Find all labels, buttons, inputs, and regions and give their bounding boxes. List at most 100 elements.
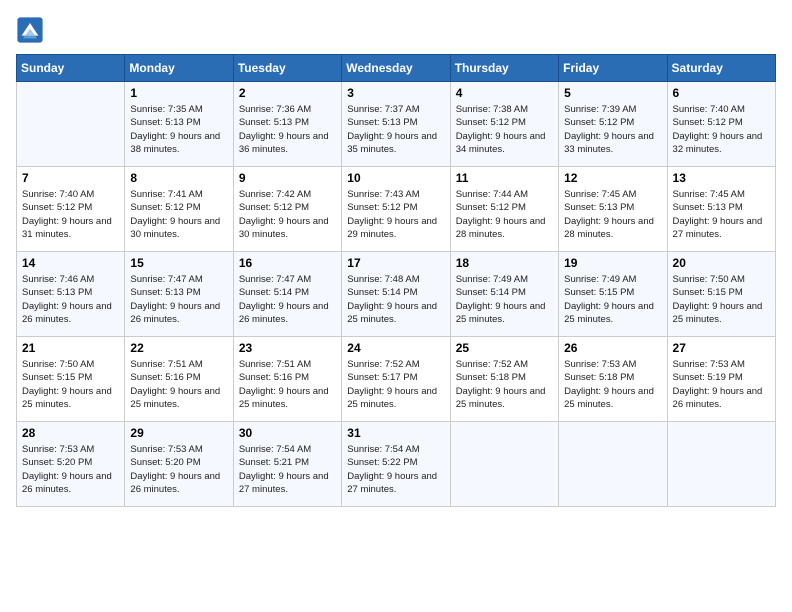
calendar-cell: 15 Sunrise: 7:47 AM Sunset: 5:13 PM Dayl… (125, 252, 233, 337)
day-number: 23 (239, 341, 336, 355)
day-number: 17 (347, 256, 444, 270)
day-number: 29 (130, 426, 227, 440)
day-number: 10 (347, 171, 444, 185)
weekday-header-monday: Monday (125, 55, 233, 82)
day-info: Sunrise: 7:45 AM Sunset: 5:13 PM Dayligh… (673, 188, 770, 241)
calendar-cell: 29 Sunrise: 7:53 AM Sunset: 5:20 PM Dayl… (125, 422, 233, 507)
day-info: Sunrise: 7:49 AM Sunset: 5:15 PM Dayligh… (564, 273, 661, 326)
calendar-cell: 23 Sunrise: 7:51 AM Sunset: 5:16 PM Dayl… (233, 337, 341, 422)
day-number: 7 (22, 171, 119, 185)
day-info: Sunrise: 7:50 AM Sunset: 5:15 PM Dayligh… (673, 273, 770, 326)
calendar-cell: 19 Sunrise: 7:49 AM Sunset: 5:15 PM Dayl… (559, 252, 667, 337)
calendar-cell: 24 Sunrise: 7:52 AM Sunset: 5:17 PM Dayl… (342, 337, 450, 422)
page-header (16, 16, 776, 44)
calendar-cell: 5 Sunrise: 7:39 AM Sunset: 5:12 PM Dayli… (559, 82, 667, 167)
day-number: 8 (130, 171, 227, 185)
weekday-header-saturday: Saturday (667, 55, 775, 82)
day-info: Sunrise: 7:44 AM Sunset: 5:12 PM Dayligh… (456, 188, 553, 241)
calendar-table: SundayMondayTuesdayWednesdayThursdayFrid… (16, 54, 776, 507)
day-number: 1 (130, 86, 227, 100)
day-number: 12 (564, 171, 661, 185)
day-number: 18 (456, 256, 553, 270)
day-info: Sunrise: 7:47 AM Sunset: 5:14 PM Dayligh… (239, 273, 336, 326)
calendar-cell: 10 Sunrise: 7:43 AM Sunset: 5:12 PM Dayl… (342, 167, 450, 252)
calendar-cell: 26 Sunrise: 7:53 AM Sunset: 5:18 PM Dayl… (559, 337, 667, 422)
weekday-header-tuesday: Tuesday (233, 55, 341, 82)
day-info: Sunrise: 7:53 AM Sunset: 5:20 PM Dayligh… (130, 443, 227, 496)
calendar-cell: 20 Sunrise: 7:50 AM Sunset: 5:15 PM Dayl… (667, 252, 775, 337)
calendar-cell: 27 Sunrise: 7:53 AM Sunset: 5:19 PM Dayl… (667, 337, 775, 422)
calendar-cell: 6 Sunrise: 7:40 AM Sunset: 5:12 PM Dayli… (667, 82, 775, 167)
day-info: Sunrise: 7:52 AM Sunset: 5:17 PM Dayligh… (347, 358, 444, 411)
day-info: Sunrise: 7:51 AM Sunset: 5:16 PM Dayligh… (130, 358, 227, 411)
calendar-week-2: 7 Sunrise: 7:40 AM Sunset: 5:12 PM Dayli… (17, 167, 776, 252)
calendar-cell (667, 422, 775, 507)
day-info: Sunrise: 7:53 AM Sunset: 5:18 PM Dayligh… (564, 358, 661, 411)
calendar-cell: 17 Sunrise: 7:48 AM Sunset: 5:14 PM Dayl… (342, 252, 450, 337)
logo (16, 16, 48, 44)
calendar-cell: 2 Sunrise: 7:36 AM Sunset: 5:13 PM Dayli… (233, 82, 341, 167)
calendar-body: 1 Sunrise: 7:35 AM Sunset: 5:13 PM Dayli… (17, 82, 776, 507)
weekday-header-wednesday: Wednesday (342, 55, 450, 82)
day-info: Sunrise: 7:39 AM Sunset: 5:12 PM Dayligh… (564, 103, 661, 156)
day-number: 27 (673, 341, 770, 355)
calendar-cell: 1 Sunrise: 7:35 AM Sunset: 5:13 PM Dayli… (125, 82, 233, 167)
day-info: Sunrise: 7:52 AM Sunset: 5:18 PM Dayligh… (456, 358, 553, 411)
day-info: Sunrise: 7:42 AM Sunset: 5:12 PM Dayligh… (239, 188, 336, 241)
day-number: 22 (130, 341, 227, 355)
day-number: 14 (22, 256, 119, 270)
weekday-header-row: SundayMondayTuesdayWednesdayThursdayFrid… (17, 55, 776, 82)
day-number: 30 (239, 426, 336, 440)
calendar-cell: 16 Sunrise: 7:47 AM Sunset: 5:14 PM Dayl… (233, 252, 341, 337)
day-info: Sunrise: 7:46 AM Sunset: 5:13 PM Dayligh… (22, 273, 119, 326)
day-number: 13 (673, 171, 770, 185)
day-info: Sunrise: 7:53 AM Sunset: 5:19 PM Dayligh… (673, 358, 770, 411)
day-number: 5 (564, 86, 661, 100)
day-info: Sunrise: 7:36 AM Sunset: 5:13 PM Dayligh… (239, 103, 336, 156)
day-number: 4 (456, 86, 553, 100)
calendar-cell: 7 Sunrise: 7:40 AM Sunset: 5:12 PM Dayli… (17, 167, 125, 252)
day-number: 16 (239, 256, 336, 270)
day-number: 2 (239, 86, 336, 100)
calendar-cell: 18 Sunrise: 7:49 AM Sunset: 5:14 PM Dayl… (450, 252, 558, 337)
calendar-cell: 31 Sunrise: 7:54 AM Sunset: 5:22 PM Dayl… (342, 422, 450, 507)
calendar-week-1: 1 Sunrise: 7:35 AM Sunset: 5:13 PM Dayli… (17, 82, 776, 167)
day-info: Sunrise: 7:50 AM Sunset: 5:15 PM Dayligh… (22, 358, 119, 411)
calendar-cell: 4 Sunrise: 7:38 AM Sunset: 5:12 PM Dayli… (450, 82, 558, 167)
day-info: Sunrise: 7:40 AM Sunset: 5:12 PM Dayligh… (22, 188, 119, 241)
calendar-cell: 12 Sunrise: 7:45 AM Sunset: 5:13 PM Dayl… (559, 167, 667, 252)
day-info: Sunrise: 7:48 AM Sunset: 5:14 PM Dayligh… (347, 273, 444, 326)
day-number: 28 (22, 426, 119, 440)
day-number: 11 (456, 171, 553, 185)
day-info: Sunrise: 7:45 AM Sunset: 5:13 PM Dayligh… (564, 188, 661, 241)
day-info: Sunrise: 7:49 AM Sunset: 5:14 PM Dayligh… (456, 273, 553, 326)
calendar-cell: 25 Sunrise: 7:52 AM Sunset: 5:18 PM Dayl… (450, 337, 558, 422)
day-number: 15 (130, 256, 227, 270)
weekday-header-thursday: Thursday (450, 55, 558, 82)
day-number: 19 (564, 256, 661, 270)
day-number: 31 (347, 426, 444, 440)
calendar-week-4: 21 Sunrise: 7:50 AM Sunset: 5:15 PM Dayl… (17, 337, 776, 422)
calendar-cell: 22 Sunrise: 7:51 AM Sunset: 5:16 PM Dayl… (125, 337, 233, 422)
day-number: 6 (673, 86, 770, 100)
day-info: Sunrise: 7:37 AM Sunset: 5:13 PM Dayligh… (347, 103, 444, 156)
weekday-header-friday: Friday (559, 55, 667, 82)
day-info: Sunrise: 7:47 AM Sunset: 5:13 PM Dayligh… (130, 273, 227, 326)
calendar-week-3: 14 Sunrise: 7:46 AM Sunset: 5:13 PM Dayl… (17, 252, 776, 337)
calendar-cell: 14 Sunrise: 7:46 AM Sunset: 5:13 PM Dayl… (17, 252, 125, 337)
day-number: 26 (564, 341, 661, 355)
day-number: 9 (239, 171, 336, 185)
day-number: 25 (456, 341, 553, 355)
logo-icon (16, 16, 44, 44)
calendar-week-5: 28 Sunrise: 7:53 AM Sunset: 5:20 PM Dayl… (17, 422, 776, 507)
calendar-cell: 28 Sunrise: 7:53 AM Sunset: 5:20 PM Dayl… (17, 422, 125, 507)
day-info: Sunrise: 7:43 AM Sunset: 5:12 PM Dayligh… (347, 188, 444, 241)
day-info: Sunrise: 7:41 AM Sunset: 5:12 PM Dayligh… (130, 188, 227, 241)
day-info: Sunrise: 7:54 AM Sunset: 5:21 PM Dayligh… (239, 443, 336, 496)
calendar-cell: 21 Sunrise: 7:50 AM Sunset: 5:15 PM Dayl… (17, 337, 125, 422)
day-info: Sunrise: 7:35 AM Sunset: 5:13 PM Dayligh… (130, 103, 227, 156)
calendar-cell (17, 82, 125, 167)
day-info: Sunrise: 7:38 AM Sunset: 5:12 PM Dayligh… (456, 103, 553, 156)
calendar-cell: 8 Sunrise: 7:41 AM Sunset: 5:12 PM Dayli… (125, 167, 233, 252)
calendar-cell (450, 422, 558, 507)
